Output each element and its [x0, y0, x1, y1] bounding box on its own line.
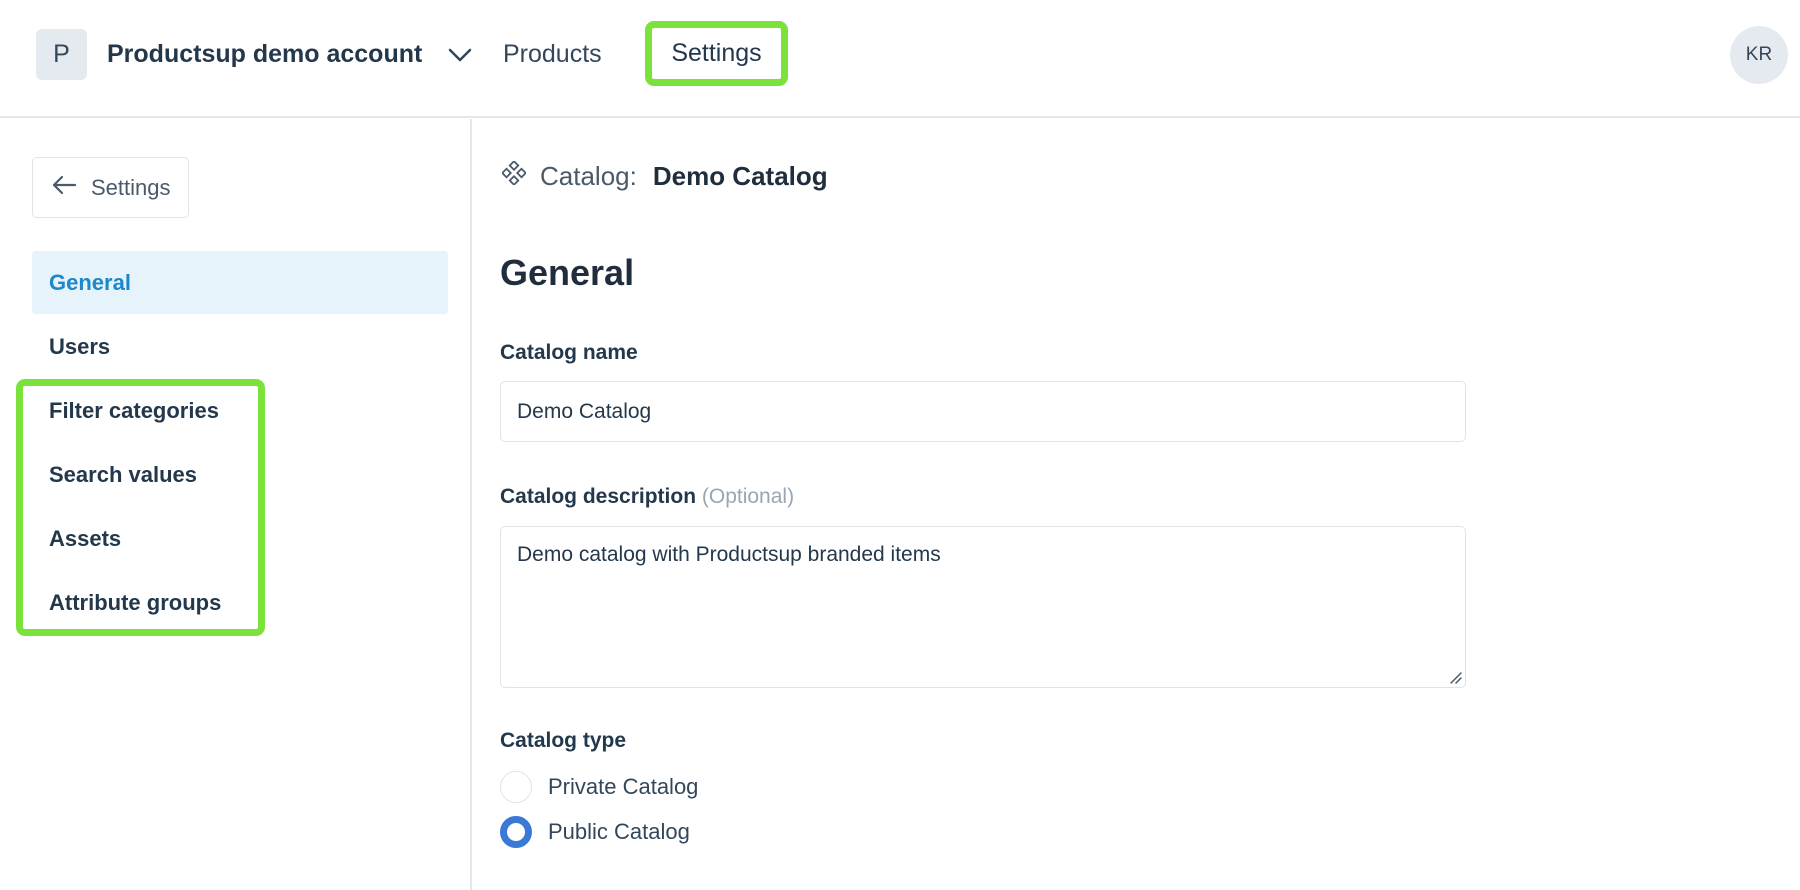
catalog-name-title: Demo Catalog	[652, 161, 828, 191]
catalog-prefix-label: Catalog:	[540, 161, 637, 191]
catalog-breadcrumb: Catalog: Demo Catalog	[500, 159, 828, 192]
radio-label-public: Public Catalog	[548, 819, 690, 844]
radio-label-private: Private Catalog	[548, 774, 699, 799]
top-bar: P Productsup demo account Products Setti…	[0, 0, 1800, 118]
back-button-label: Settings	[91, 174, 171, 200]
textarea-resize-icon[interactable]	[1447, 669, 1463, 685]
user-avatar[interactable]: KR	[1730, 26, 1788, 84]
sidebar-item-attribute-groups[interactable]: Attribute groups	[32, 571, 448, 634]
catalog-description-label: Catalog description (Optional)	[500, 485, 794, 509]
page-title: General	[500, 252, 635, 293]
optional-hint: (Optional)	[701, 485, 795, 508]
radio-public-catalog[interactable]: Public Catalog	[500, 816, 690, 848]
back-to-settings-button[interactable]: Settings	[32, 157, 189, 218]
nav-settings-link[interactable]: Settings	[645, 21, 788, 86]
radio-button[interactable]	[500, 771, 532, 803]
main-content: Catalog: Demo Catalog General Catalog na…	[474, 119, 1800, 890]
catalog-icon	[500, 159, 528, 192]
catalog-type-label: Catalog type	[500, 729, 627, 752]
sidebar-item-assets[interactable]: Assets	[32, 507, 448, 570]
settings-sidebar: Settings General Users Filter categories…	[0, 119, 472, 890]
sidebar-item-filter-categories[interactable]: Filter categories	[32, 379, 448, 442]
catalog-name-label: Catalog name	[500, 341, 638, 364]
account-badge[interactable]: P	[36, 29, 87, 80]
account-name[interactable]: Productsup demo account	[107, 40, 422, 69]
arrow-left-icon	[51, 175, 77, 201]
catalog-description-textarea[interactable]: Demo catalog with Productsup branded ite…	[500, 526, 1466, 688]
sidebar-item-users[interactable]: Users	[32, 315, 448, 378]
sidebar-item-search-values[interactable]: Search values	[32, 443, 448, 506]
sidebar-item-general[interactable]: General	[32, 251, 448, 314]
catalog-description-label-text: Catalog description	[500, 485, 697, 508]
radio-button-checked[interactable]	[500, 816, 532, 848]
nav-products-link[interactable]: Products	[503, 40, 602, 69]
nav-settings-label: Settings	[671, 39, 762, 67]
radio-private-catalog[interactable]: Private Catalog	[500, 771, 698, 803]
catalog-name-input[interactable]	[500, 381, 1466, 442]
chevron-down-icon[interactable]	[446, 42, 474, 68]
